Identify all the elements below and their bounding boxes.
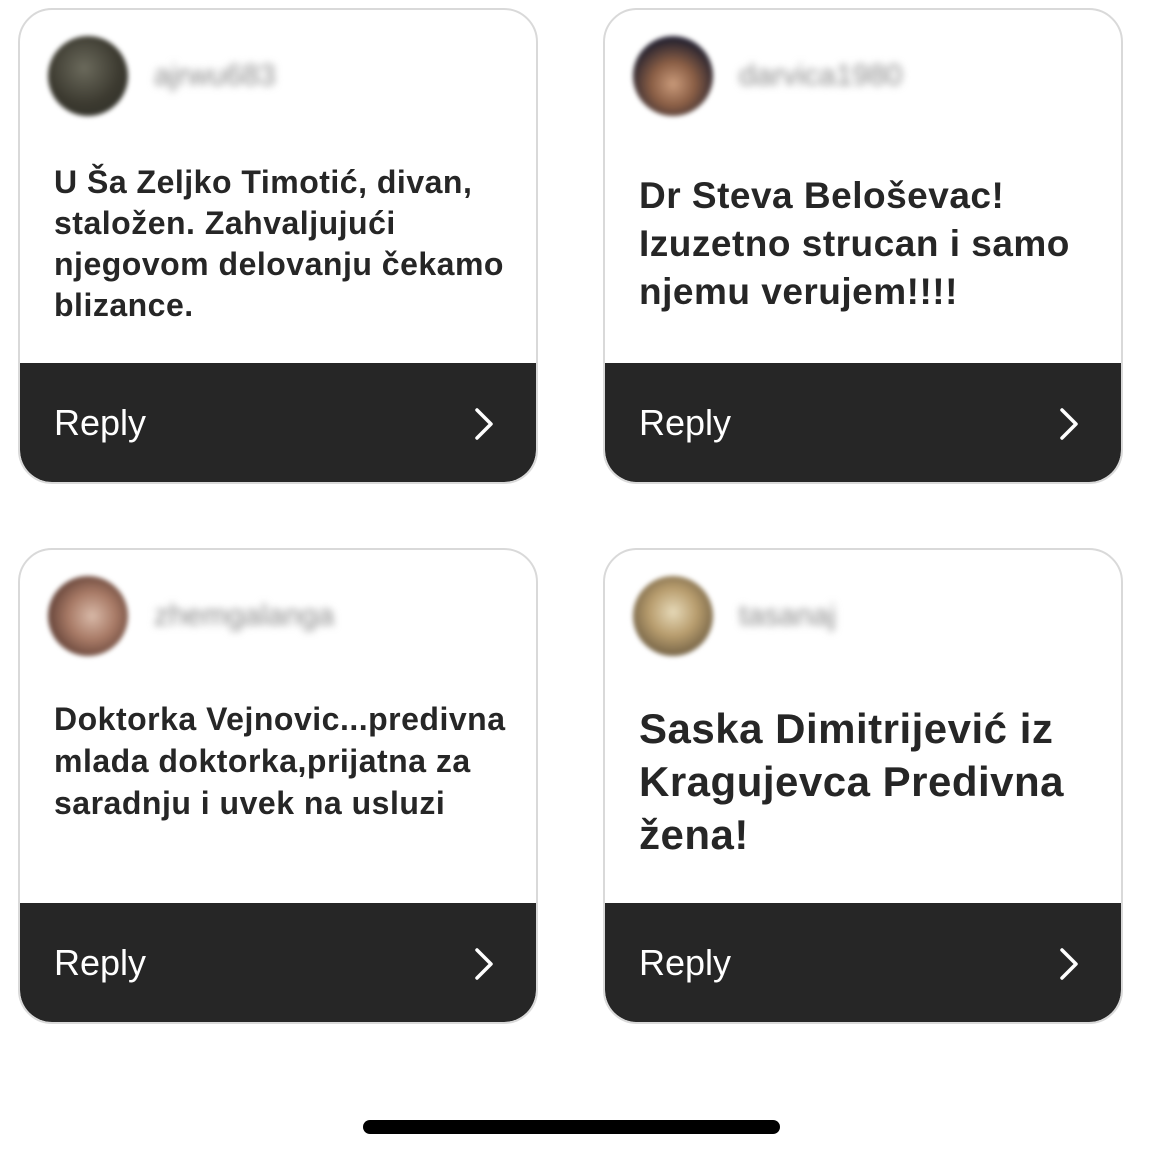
username[interactable]: ajrwu683 — [154, 60, 276, 92]
chevron-right-icon — [1060, 408, 1078, 440]
comment-card: ajrwu683 U Ša Zeljko Timotić, divan, sta… — [18, 8, 538, 484]
username[interactable]: tasanaj — [739, 600, 836, 632]
comment-card: zhemgalanga Doktorka Vejnovic...predivna… — [18, 548, 538, 1024]
reply-label: Reply — [639, 942, 732, 983]
comment-header: ajrwu683 — [20, 10, 536, 150]
comment-text: Doktorka Vejnovic...predivna mlada dokto… — [54, 701, 506, 821]
comment-text: Saska Dimitrijević iz Kragujevca Predivn… — [639, 705, 1065, 858]
avatar[interactable] — [633, 36, 713, 116]
comment-text: Dr Steva Beloševac! Izuzetno strucan i s… — [639, 175, 1070, 312]
home-indicator[interactable] — [363, 1120, 780, 1134]
chevron-right-icon — [475, 408, 493, 440]
reply-label: Reply — [54, 942, 147, 983]
reply-label: Reply — [639, 402, 732, 443]
avatar[interactable] — [48, 576, 128, 656]
reply-button[interactable]: Reply — [20, 363, 536, 482]
comment-text: U Ša Zeljko Timotić, divan, staložen. Za… — [54, 164, 504, 323]
username[interactable]: zhemgalanga — [154, 600, 334, 632]
username[interactable]: darvica1980 — [739, 60, 902, 92]
comment-card: darvica1980 Dr Steva Beloševac! Izuzetno… — [603, 8, 1123, 484]
comment-header: tasanaj — [605, 550, 1121, 690]
avatar[interactable] — [48, 36, 128, 116]
comment-header: zhemgalanga — [20, 550, 536, 690]
reply-button[interactable]: Reply — [20, 903, 536, 1022]
chevron-right-icon — [1060, 948, 1078, 980]
reply-label: Reply — [54, 402, 147, 443]
reply-button[interactable]: Reply — [605, 363, 1121, 482]
avatar[interactable] — [633, 576, 713, 656]
comment-header: darvica1980 — [605, 10, 1121, 150]
chevron-right-icon — [475, 948, 493, 980]
comment-card: tasanaj Saska Dimitrijević iz Kragujevca… — [603, 548, 1123, 1024]
reply-button[interactable]: Reply — [605, 903, 1121, 1022]
